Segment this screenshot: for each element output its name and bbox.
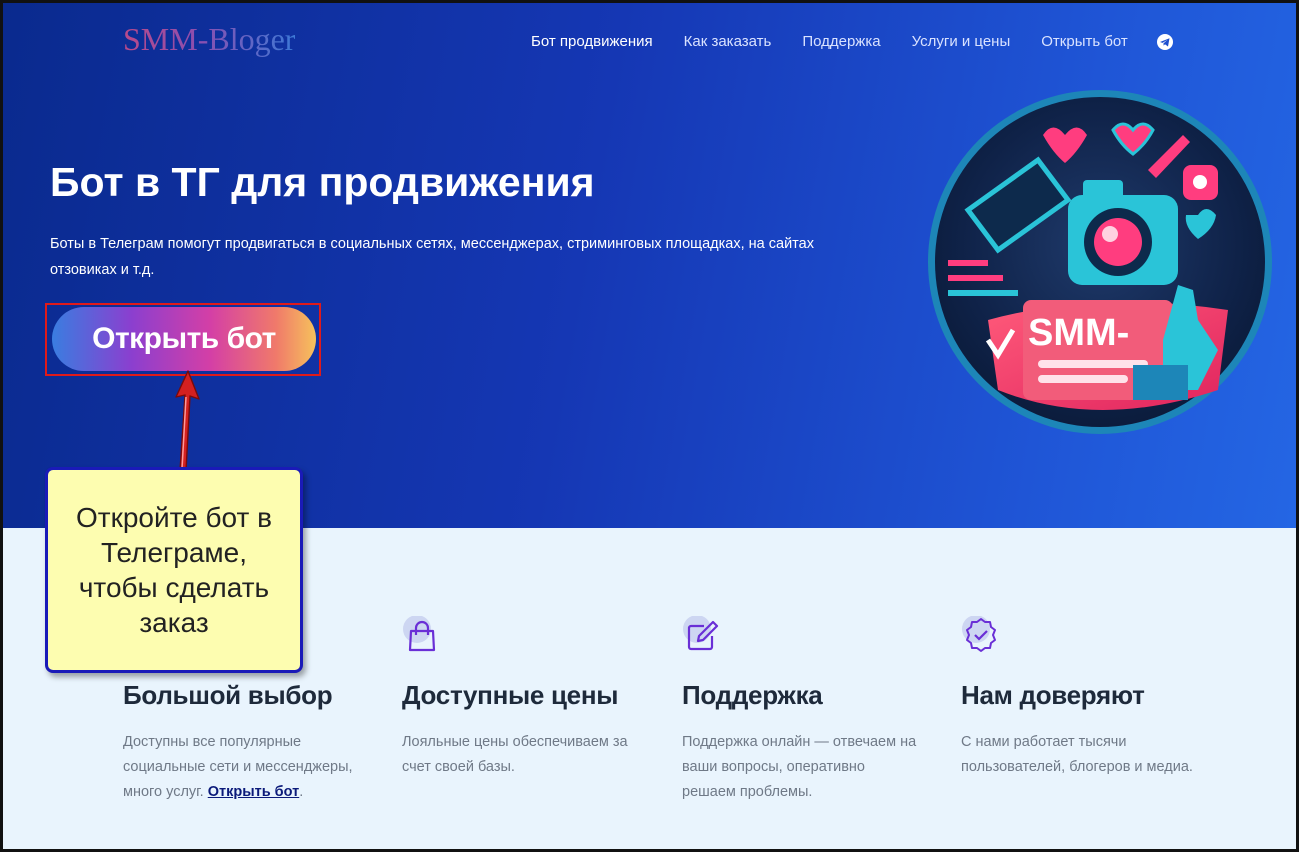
nav-item-support[interactable]: Поддержка (802, 33, 880, 50)
feature-description: Лояльные цены обеспечиваем за счет своей… (402, 734, 628, 775)
smm-illustration: SMM- (928, 90, 1272, 434)
illustration-label: SMM- (1028, 312, 1129, 354)
site-logo[interactable]: SMM-Bloger (123, 21, 295, 58)
hero-subtitle: Боты в Телеграм помогут продвигаться в с… (50, 236, 814, 278)
nav-item-bot-promotion[interactable]: Бот продвижения (531, 33, 653, 50)
feature-description: Доступны все популярные социальные сети … (123, 730, 363, 805)
annotation-arrow (175, 370, 200, 472)
telegram-icon[interactable] (1156, 33, 1173, 50)
feature-title: Нам доверяют (961, 680, 1145, 710)
nav-item-how-to-order[interactable]: Как заказать (684, 33, 772, 50)
hero-title: Бот в ТГ для продвижения (50, 159, 595, 205)
link-suffix: . (299, 784, 304, 800)
edit-icon (682, 615, 722, 656)
nav-item-services-prices[interactable]: Услуги и цены (912, 33, 1011, 50)
feature-description: С нами работает тысячи пользователей, бл… (961, 734, 1193, 775)
feature-description: Поддержка онлайн — отвечаем на ваши вопр… (682, 734, 917, 800)
verified-badge-icon (961, 615, 1001, 656)
shopping-bag-icon (402, 615, 442, 656)
page-frame: SMM-Bloger Бот продвижения Как заказать … (0, 0, 1299, 852)
open-bot-link[interactable]: Открыть бот (208, 784, 299, 800)
feature-title: Поддержка (682, 680, 823, 710)
feature-title: Доступные цены (402, 680, 619, 710)
main-nav: Бот продвижения Как заказать Поддержка У… (531, 33, 1173, 50)
open-bot-button[interactable]: Открыть бот (52, 307, 316, 371)
nav-item-open-bot[interactable]: Открыть бот (1041, 33, 1128, 50)
feature-title: Большой выбор (123, 680, 333, 710)
annotation-callout: Откройте бот в Телеграме, чтобы сделать … (45, 467, 303, 673)
